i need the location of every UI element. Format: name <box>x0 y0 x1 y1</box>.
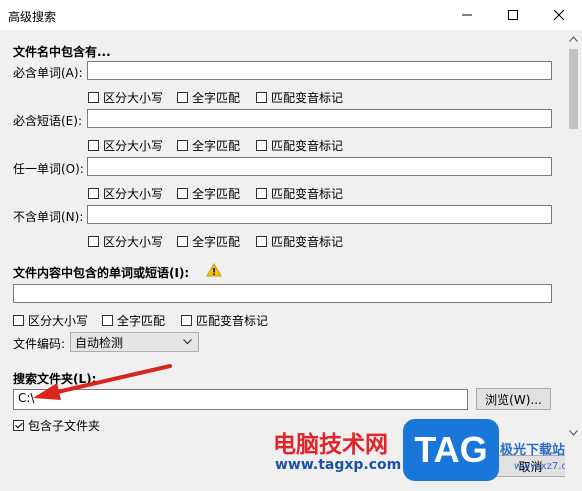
any-word-diacritic-checkbox[interactable]: 匹配变音标记 <box>256 185 343 202</box>
must-phrase-case-checkbox[interactable]: 区分大小写 <box>88 137 163 154</box>
chevron-down-icon <box>183 339 192 345</box>
must-word-case-checkbox[interactable]: 区分大小写 <box>88 89 163 106</box>
watermark-right-url: www.xz7.com <box>514 461 565 472</box>
warning-icon <box>206 263 222 277</box>
title-bar: 高级搜索 <box>0 0 582 30</box>
content-diacritic-checkbox[interactable]: 匹配变音标记 <box>181 312 268 329</box>
content-section-heading: 文件内容中包含的单词或短语(I): <box>13 266 190 280</box>
must-word-input[interactable] <box>87 61 552 80</box>
watermark-site-name: 电脑技术网 <box>273 432 388 458</box>
content-case-checkbox[interactable]: 区分大小写 <box>13 312 88 329</box>
close-button[interactable] <box>536 0 582 30</box>
dialog-content: 文件名中包含有... 必含单词(A): 区分大小写 全字匹配 匹配变音标记 必含… <box>0 31 565 491</box>
any-word-input[interactable] <box>87 157 552 176</box>
any-word-case-checkbox[interactable]: 区分大小写 <box>88 185 163 202</box>
content-input[interactable] <box>13 284 552 303</box>
must-phrase-diacritic-checkbox[interactable]: 匹配变音标记 <box>256 137 343 154</box>
exclude-word-label: 不含单词(N): <box>13 210 84 224</box>
annotation-arrow <box>33 364 172 400</box>
maximize-button[interactable] <box>490 0 536 30</box>
watermark-url: www.tagxp.com <box>275 457 402 473</box>
watermark-right-site: 极光下载站 <box>500 443 565 458</box>
scroll-down-icon[interactable] <box>569 430 578 436</box>
window-title: 高级搜索 <box>8 10 57 24</box>
vertical-scrollbar[interactable] <box>565 31 582 491</box>
watermark-logo: TAG <box>403 419 499 481</box>
must-word-whole-checkbox[interactable]: 全字匹配 <box>177 89 240 106</box>
minimize-icon <box>462 14 472 16</box>
must-word-label: 必含单词(A): <box>13 66 83 80</box>
exclude-word-whole-checkbox[interactable]: 全字匹配 <box>177 233 240 250</box>
scrollbar-thumb[interactable] <box>569 49 578 129</box>
encoding-select[interactable]: 自动检测 <box>70 332 199 352</box>
maximize-icon <box>508 10 518 20</box>
must-phrase-whole-checkbox[interactable]: 全字匹配 <box>177 137 240 154</box>
must-phrase-label: 必含短语(E): <box>13 114 82 128</box>
any-word-label: 任一单词(O): <box>13 162 84 176</box>
filename-section-heading: 文件名中包含有... <box>13 45 111 59</box>
encoding-label: 文件编码: <box>13 337 66 351</box>
any-word-whole-checkbox[interactable]: 全字匹配 <box>177 185 240 202</box>
minimize-button[interactable] <box>444 0 490 30</box>
browse-button[interactable]: 浏览(W)... <box>476 388 551 410</box>
exclude-word-diacritic-checkbox[interactable]: 匹配变音标记 <box>256 233 343 250</box>
must-word-diacritic-checkbox[interactable]: 匹配变音标记 <box>256 89 343 106</box>
exclude-word-input[interactable] <box>87 205 552 224</box>
close-icon <box>554 10 564 20</box>
encoding-value: 自动检测 <box>75 335 124 350</box>
scroll-up-icon[interactable] <box>569 36 578 42</box>
exclude-word-case-checkbox[interactable]: 区分大小写 <box>88 233 163 250</box>
checkbox-check-icon <box>13 420 24 431</box>
include-subfolders-checkbox[interactable]: 包含子文件夹 <box>13 417 100 434</box>
content-whole-checkbox[interactable]: 全字匹配 <box>102 312 165 329</box>
must-phrase-input[interactable] <box>87 109 552 128</box>
